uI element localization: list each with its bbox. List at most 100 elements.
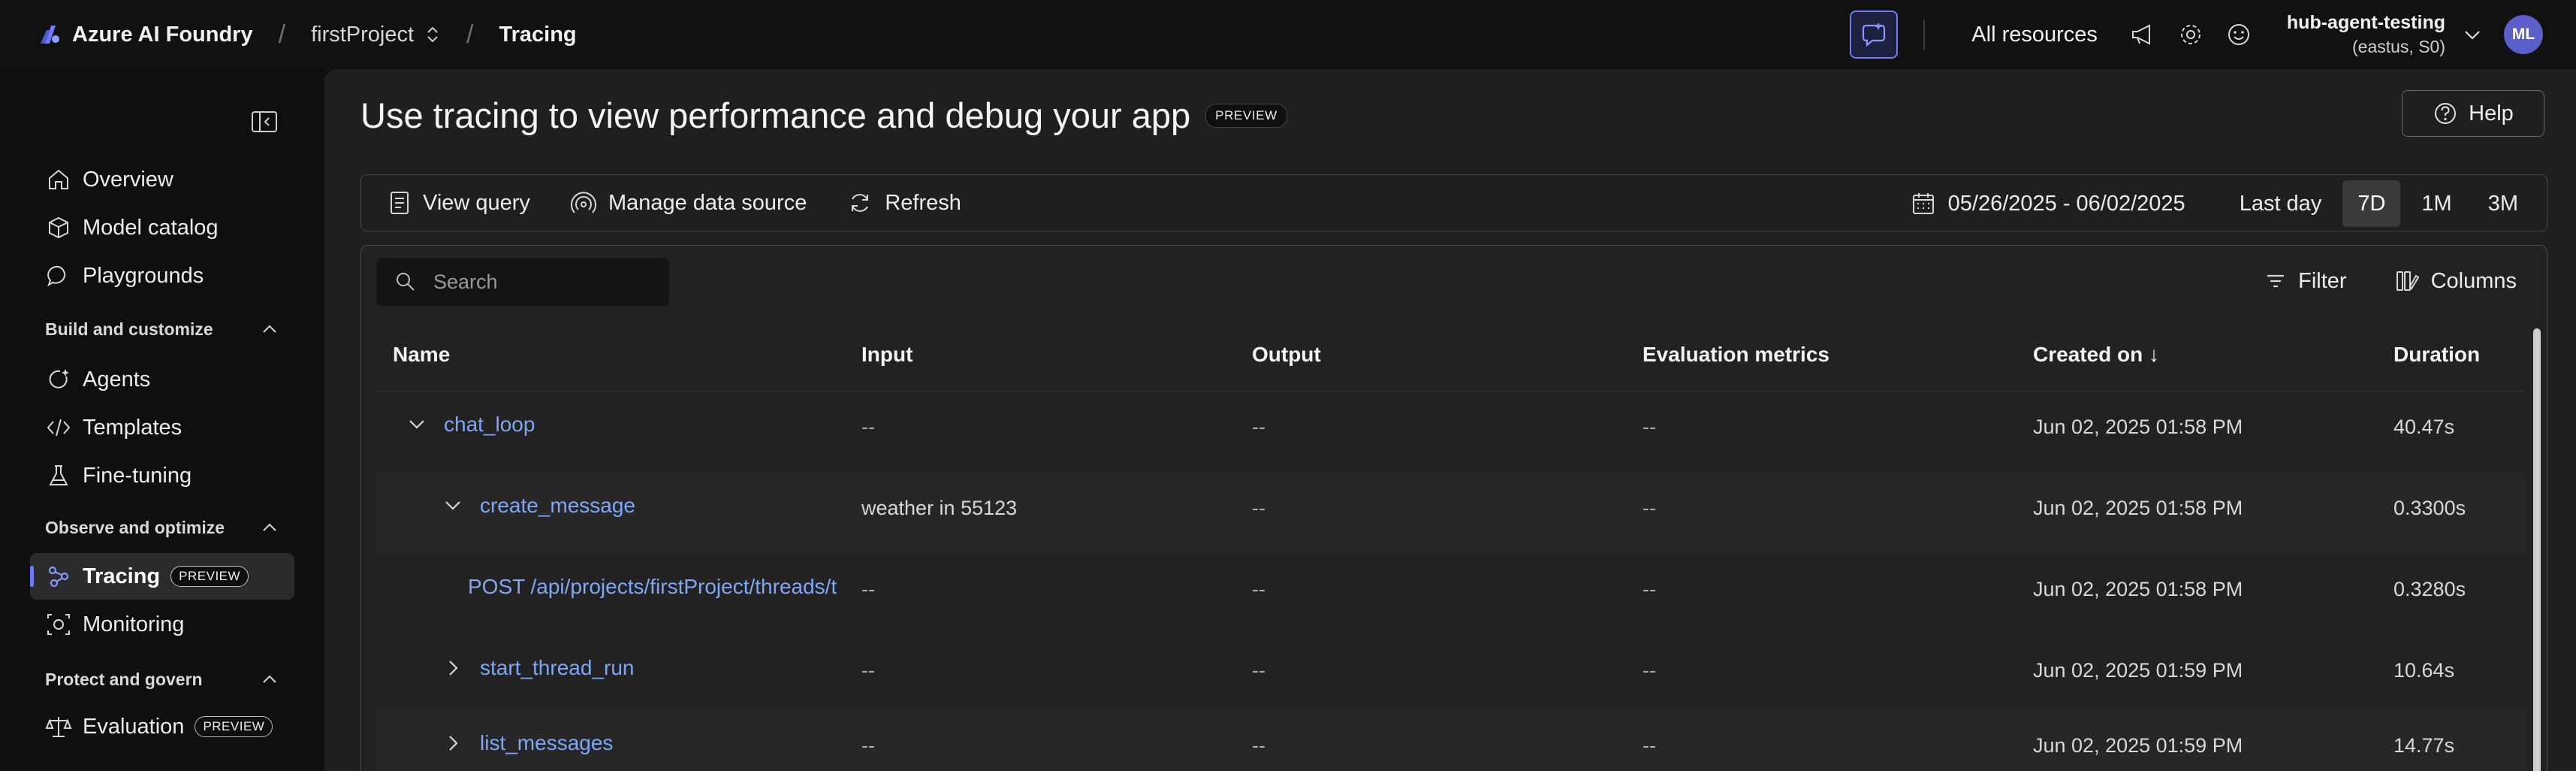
calendar-icon [1912, 193, 1934, 214]
sidebar-item-label: Fine-tuning [83, 463, 192, 488]
section-label: Build and customize [45, 319, 213, 339]
sidebar-item-model-catalog[interactable]: Model catalog [30, 204, 294, 251]
columns-button[interactable]: Columns [2395, 268, 2517, 294]
section-protect-and-govern[interactable]: Protect and govern [45, 664, 279, 694]
breadcrumb-separator: / [466, 20, 474, 49]
chevron-down-icon[interactable] [2462, 24, 2483, 45]
date-range-value: 05/26/2025 - 06/02/2025 [1947, 191, 2185, 216]
chevron-down-icon[interactable] [436, 489, 469, 522]
table-row[interactable]: create_message weather in 55123 -- -- Ju… [376, 473, 2526, 554]
column-header-evaluation-metrics[interactable]: Evaluation metrics [1642, 343, 2033, 367]
eval-cell: -- [1642, 578, 1656, 600]
section-observe-and-optimize[interactable]: Observe and optimize [45, 512, 279, 543]
output-cell: -- [1252, 497, 1265, 519]
search-box[interactable] [376, 258, 669, 306]
column-header-duration[interactable]: Duration [2394, 343, 2526, 367]
refresh-label: Refresh [885, 190, 961, 215]
column-header-created-on[interactable]: Created on ↓ [2033, 343, 2394, 367]
question-circle-icon [2435, 103, 2457, 124]
sidebar-item-tracing[interactable]: Tracing PREVIEW [30, 553, 294, 600]
trace-name-link[interactable]: start_thread_run [480, 656, 634, 680]
settings-button[interactable] [2176, 20, 2206, 50]
filter-button[interactable]: Filter [2264, 269, 2347, 294]
chevron-down-icon[interactable] [400, 408, 433, 441]
output-cell: -- [1252, 578, 1265, 600]
copilot-button[interactable] [1850, 11, 1899, 59]
help-label: Help [2469, 101, 2514, 125]
sidebar-item-evaluation[interactable]: Evaluation PREVIEW [30, 703, 294, 750]
chevron-updown-icon [427, 26, 438, 43]
sidebar-item-agents[interactable]: Agents [30, 356, 294, 403]
date-range-picker[interactable]: 05/26/2025 - 06/02/2025 [1911, 191, 2185, 216]
sidebar-item-playgrounds[interactable]: Playgrounds [30, 252, 294, 299]
manage-data-source-button[interactable]: Manage data source [570, 190, 807, 216]
megaphone-icon [2131, 24, 2150, 45]
chevron-right-icon[interactable] [436, 727, 469, 760]
brand-link[interactable]: Azure AI Foundry [38, 23, 253, 47]
eval-cell: -- [1642, 497, 1656, 519]
trace-name-link[interactable]: POST /api/projects/firstProject/threads/… [468, 575, 837, 599]
table-row[interactable]: list_messages -- -- -- Jun 02, 2025 01:5… [376, 710, 2526, 771]
chevron-up-icon [263, 325, 276, 333]
view-query-button[interactable]: View query [388, 190, 530, 216]
section-build-and-customize[interactable]: Build and customize [45, 314, 279, 344]
chevron-right-icon[interactable] [436, 652, 469, 685]
input-cell: -- [861, 578, 875, 600]
foundry-logo-icon [41, 26, 59, 44]
trace-name-link[interactable]: create_message [480, 494, 635, 518]
sidebar-item-monitoring[interactable]: Monitoring [30, 601, 294, 648]
duration-cell: 0.3280s [2394, 578, 2466, 600]
column-header-input[interactable]: Input [861, 343, 1252, 367]
section-label: Observe and optimize [45, 517, 225, 537]
collapse-sidebar-icon[interactable] [251, 110, 278, 134]
output-cell: -- [1252, 734, 1265, 757]
trace-name-link[interactable]: list_messages [480, 731, 613, 755]
input-cell: weather in 55123 [861, 497, 1018, 519]
column-header-name[interactable]: Name [376, 343, 861, 367]
output-cell: -- [1252, 416, 1265, 438]
trace-name-link[interactable]: chat_loop [444, 413, 535, 437]
sidebar-item-label: Monitoring [83, 612, 185, 636]
project-name: firstProject [311, 22, 415, 47]
sidebar-item-overview[interactable]: Overview [30, 156, 294, 203]
sidebar-item-templates[interactable]: Templates [30, 404, 294, 451]
search-icon [397, 273, 415, 291]
created-cell: Jun 02, 2025 01:58 PM [2033, 578, 2243, 600]
broadcast-icon [570, 192, 596, 213]
created-cell: Jun 02, 2025 01:59 PM [2033, 659, 2243, 682]
range-last-day[interactable]: Last day [2225, 180, 2337, 227]
hub-name: hub-agent-testing [2286, 12, 2445, 33]
name-cell: POST /api/projects/firstProject/threads/… [376, 554, 861, 599]
range-7d[interactable]: 7D [2342, 180, 2401, 227]
input-cell: -- [861, 734, 875, 757]
table-row[interactable]: chat_loop -- -- -- Jun 02, 2025 01:58 PM… [376, 392, 2526, 473]
help-button[interactable]: Help [2402, 90, 2544, 137]
range-3m[interactable]: 3M [2473, 180, 2533, 227]
cube-icon [49, 216, 68, 239]
table-row[interactable]: start_thread_run -- -- -- Jun 02, 2025 0… [376, 635, 2526, 710]
view-query-label: View query [423, 190, 530, 215]
sidebar-item-fine-tuning[interactable]: Fine-tuning [30, 452, 294, 499]
table-row[interactable]: POST /api/projects/firstProject/threads/… [376, 554, 2526, 635]
sidebar-item-label: Agents [83, 367, 151, 392]
chevron-up-icon [263, 523, 276, 531]
hub-selector[interactable]: hub-agent-testing (eastus, S0) [2287, 12, 2445, 57]
refresh-button[interactable]: Refresh [847, 190, 961, 216]
all-resources-link[interactable]: All resources [1971, 23, 2098, 47]
name-cell: chat_loop [376, 392, 861, 441]
announcements-button[interactable] [2128, 20, 2158, 50]
table-header: Name Input Output Evaluation metrics Cre… [376, 318, 2526, 392]
feedback-button[interactable] [2224, 20, 2254, 50]
duration-cell: 0.3300s [2394, 497, 2466, 519]
duration-cell: 10.64s [2394, 659, 2455, 682]
avatar[interactable]: ML [2504, 15, 2543, 54]
range-1m[interactable]: 1M [2406, 180, 2466, 227]
created-cell: Jun 02, 2025 01:58 PM [2033, 416, 2243, 438]
project-switcher[interactable]: firstProject [311, 23, 441, 47]
search-input[interactable] [433, 270, 659, 294]
breadcrumb-separator: / [278, 20, 286, 49]
scrollbar-thumb[interactable] [2533, 328, 2541, 771]
command-bar: View query Manage data source Refresh 05… [360, 174, 2547, 231]
sidebar-item-label: Evaluation [83, 714, 185, 739]
column-header-output[interactable]: Output [1252, 343, 1642, 367]
